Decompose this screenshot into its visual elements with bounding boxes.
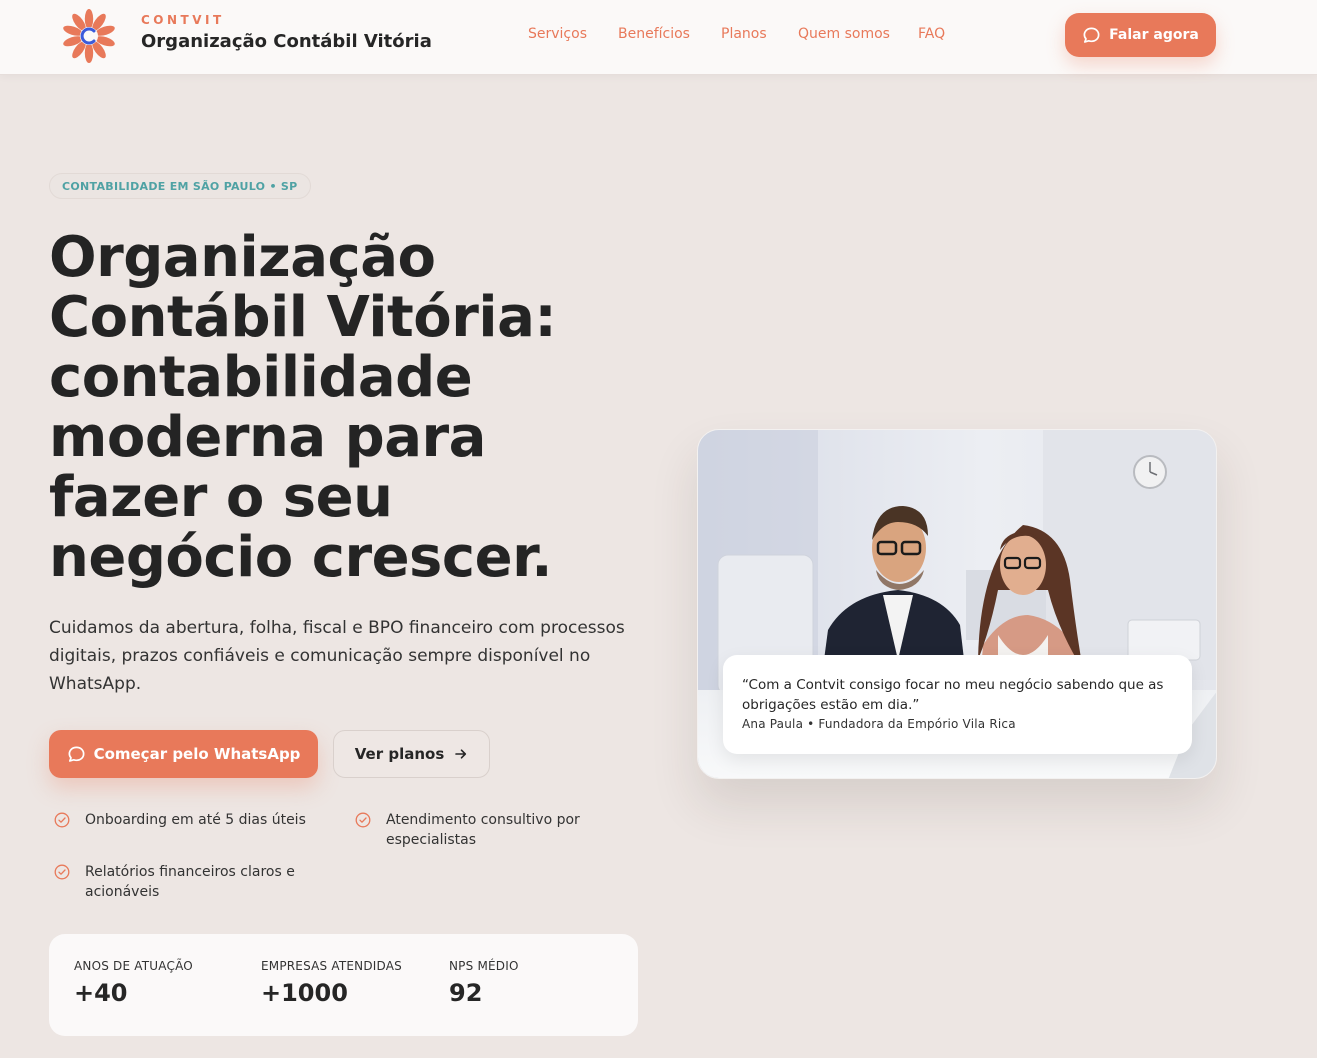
nav-link-planos[interactable]: Planos <box>721 26 767 42</box>
chat-bubble-icon <box>1083 27 1100 43</box>
hero-title-line: negócio crescer. <box>49 525 552 590</box>
start-whatsapp-button[interactable]: Começar pelo WhatsApp <box>49 730 318 778</box>
team-photo-card: “Com a Contvit consigo focar no meu negó… <box>697 429 1217 779</box>
stats-panel: ANOS DE ATUAÇÃO +40 EMPRESAS ATENDIDAS +… <box>49 934 638 1036</box>
start-whatsapp-label: Começar pelo WhatsApp <box>93 745 301 763</box>
hero-title-line: contabilidade <box>49 345 473 410</box>
brand-name[interactable]: Organização Contábil Vitória <box>141 31 432 52</box>
view-plans-label: Ver planos <box>354 745 445 763</box>
talk-now-label: Falar agora <box>1109 27 1199 43</box>
feature-item: Onboarding em até 5 dias úteis <box>54 810 315 830</box>
hero-title-line: Organização <box>49 225 436 290</box>
feature-item: Atendimento consultivo por especialistas <box>355 810 606 850</box>
stat-value: +40 <box>74 979 128 1007</box>
stat-value: 92 <box>449 979 483 1007</box>
check-circle-icon <box>54 812 70 828</box>
nav-link-beneficios[interactable]: Benefícios <box>618 26 690 42</box>
hero-title: Organização Contábil Vitória: contabilid… <box>49 228 649 588</box>
feature-text: Atendimento consultivo por especialistas <box>386 812 580 848</box>
testimonial-author: Ana Paula • Fundadora da Empório Vila Ri… <box>742 717 1016 731</box>
hero-title-line: fazer o seu <box>49 465 393 530</box>
arrow-right-icon <box>455 749 467 759</box>
nav-link-servicos[interactable]: Serviços <box>528 26 587 42</box>
hero-title-line: Contábil Vitória: <box>49 285 557 350</box>
feature-text: Relatórios financeiros claros e acionáve… <box>85 864 295 900</box>
stat-companies: EMPRESAS ATENDIDAS +1000 <box>261 959 402 1007</box>
stat-value: +1000 <box>261 979 348 1007</box>
site-header: CONTVIT Organização Contábil Vitória Ser… <box>0 0 1317 75</box>
nav-link-quem-somos[interactable]: Quem somos <box>798 26 890 42</box>
flower-logo-icon[interactable] <box>58 4 120 68</box>
testimonial-card: “Com a Contvit consigo focar no meu negó… <box>723 655 1192 754</box>
check-circle-icon <box>355 812 371 828</box>
chat-bubble-icon <box>68 746 85 762</box>
hero-title-line: moderna para <box>49 405 486 470</box>
testimonial-quote: “Com a Contvit consigo focar no meu negó… <box>742 677 1164 713</box>
stat-label: NPS MÉDIO <box>449 959 519 973</box>
hero-subtitle: Cuidamos da abertura, folha, fiscal e BP… <box>49 618 625 694</box>
feature-text: Onboarding em até 5 dias úteis <box>85 812 306 828</box>
stat-label: ANOS DE ATUAÇÃO <box>74 959 193 973</box>
stat-label: EMPRESAS ATENDIDAS <box>261 959 402 973</box>
view-plans-button[interactable]: Ver planos <box>333 730 490 778</box>
check-circle-icon <box>54 864 70 880</box>
stat-years: ANOS DE ATUAÇÃO +40 <box>74 959 193 1007</box>
location-badge: CONTABILIDADE EM SÃO PAULO • SP <box>49 173 311 199</box>
nav-link-faq[interactable]: FAQ <box>918 26 945 42</box>
talk-now-button[interactable]: Falar agora <box>1065 13 1216 57</box>
brand-kicker: CONTVIT <box>141 13 225 27</box>
feature-item: Relatórios financeiros claros e acionáve… <box>54 862 315 902</box>
stat-nps: NPS MÉDIO 92 <box>449 959 519 1007</box>
